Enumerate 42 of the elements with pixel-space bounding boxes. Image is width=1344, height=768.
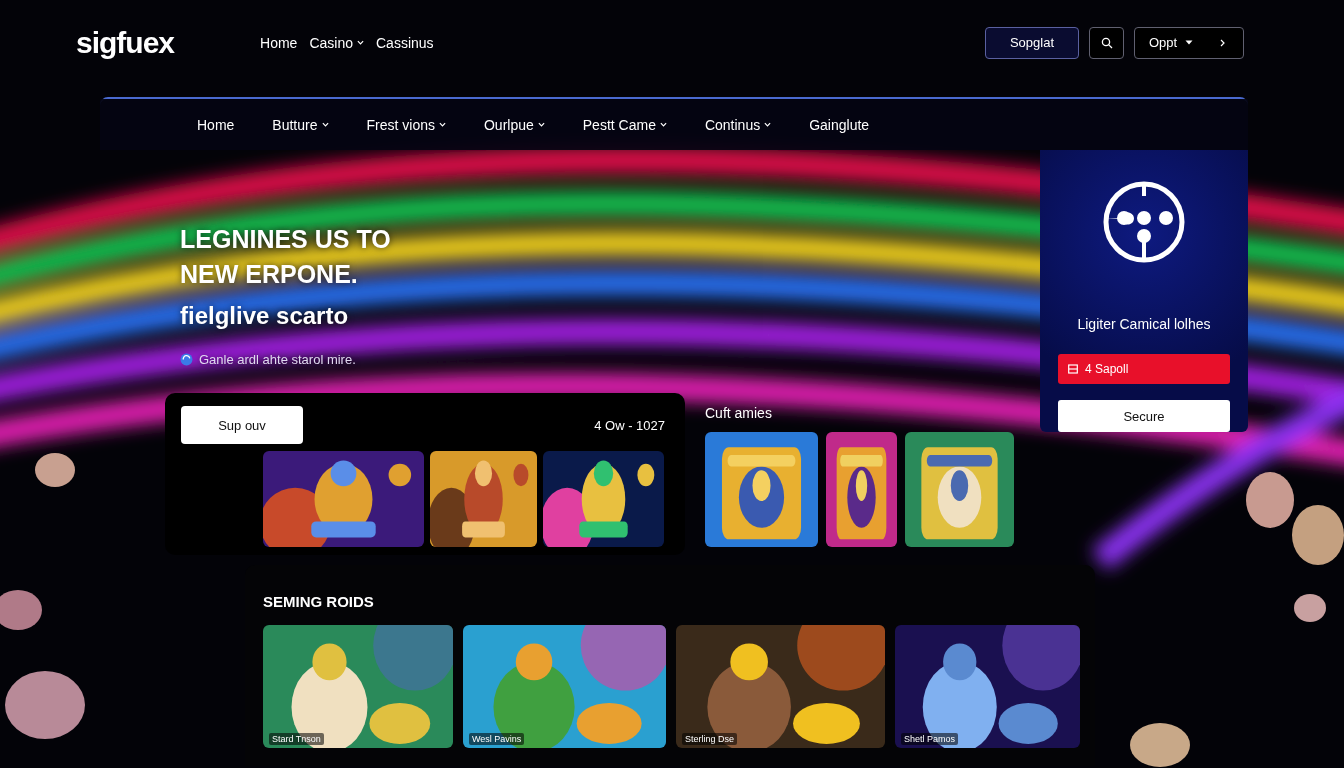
search-icon	[1100, 36, 1113, 49]
nav-link[interactable]: Ourlpue	[483, 116, 545, 133]
caret-icon	[357, 40, 364, 45]
site-logo[interactable]: sigfuex	[76, 25, 175, 60]
game-caption: Sterling Dse	[682, 733, 738, 745]
nav-link[interactable]: Home	[197, 116, 235, 133]
coin-drawing	[1130, 723, 1190, 767]
game-caption: Stard Tnson	[269, 733, 324, 745]
nav-link[interactable]: Casino	[309, 34, 364, 51]
caret-icon	[321, 122, 329, 127]
caret-icon	[659, 122, 667, 127]
caret-icon	[537, 122, 545, 127]
caret-icon	[764, 122, 772, 127]
date-text: 4 Ow - 1027	[594, 417, 665, 433]
game-caption: Shetl Pamos	[901, 733, 959, 745]
secondary-button[interactable]: Secure	[1058, 400, 1230, 432]
card-icon	[1068, 364, 1078, 374]
section-title: Cuft amies	[705, 405, 773, 423]
nav-link[interactable]: Continus	[704, 116, 772, 133]
section-title: SEMING ROIDS	[263, 593, 375, 612]
hero-subtitle: fielglive scarto	[180, 302, 350, 330]
chevron-right-icon	[1220, 38, 1225, 47]
hero-title: LEGNINES US TO	[180, 224, 392, 255]
options-dropdown[interactable]: Oppt	[1134, 26, 1244, 59]
hero-title: NEW ERPONE.	[180, 259, 359, 290]
globe-icon	[180, 353, 193, 366]
primary-button[interactable]: 4 Sapoll	[1058, 354, 1230, 384]
nav-link[interactable]: Butture	[272, 116, 329, 133]
promo-button[interactable]: Sup ouv	[181, 406, 303, 444]
hero-note: Ganle ardl ahte starol mire.	[199, 352, 356, 367]
nav-link[interactable]: Frest vions	[366, 116, 446, 133]
caret-icon	[1185, 40, 1194, 45]
nav-link[interactable]: Cassinus	[376, 34, 434, 51]
nav-link[interactable]: Home	[260, 34, 298, 51]
signup-button[interactable]: Sopglat	[985, 26, 1079, 59]
nav-link[interactable]: Pestt Came	[582, 116, 667, 133]
search-button[interactable]	[1089, 26, 1124, 59]
card-title: Ligiter Camical lolhes	[1077, 316, 1211, 332]
game-caption: Wesl Pavins	[469, 733, 525, 745]
target-icon	[1102, 180, 1186, 264]
caret-icon	[438, 122, 446, 127]
nav-link[interactable]: Gainglute	[809, 116, 870, 133]
